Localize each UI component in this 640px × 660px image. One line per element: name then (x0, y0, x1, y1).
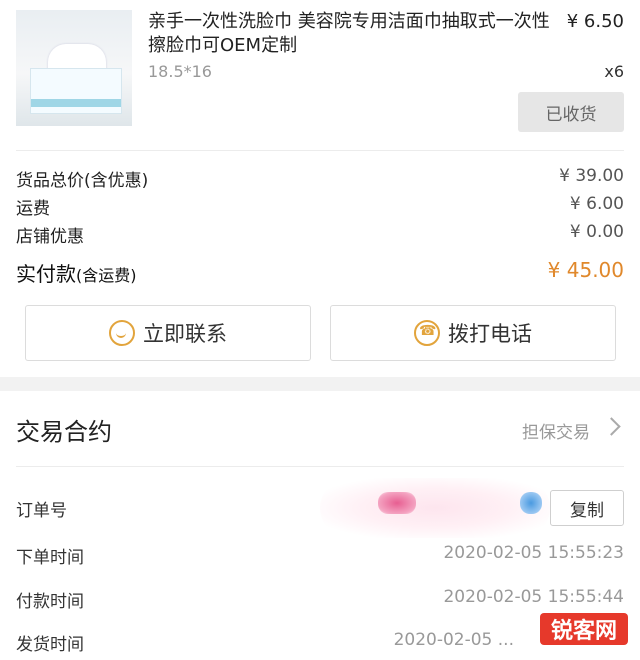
order-product-card[interactable]: 亲手一次性洗脸巾 美容院专用洁面巾抽取式一次性 擦脸巾可OEM定制 ¥ 6.50… (0, 0, 640, 150)
product-unit-price: ¥ 6.50 (562, 10, 624, 34)
shipping-row: 运费 ¥ 6.00 (16, 194, 624, 222)
shipping-time-value: 2020-02-05 ... (393, 630, 514, 650)
store-discount-label: 店铺优惠 (16, 227, 84, 247)
goods-total-label: 货品总价(含优惠) (16, 171, 149, 191)
order-placed-value: 2020-02-05 15:55:23 (443, 543, 624, 563)
product-spec: 18.5*16 (148, 62, 212, 81)
copy-order-number-button[interactable]: 复制 (550, 490, 624, 526)
contact-seller-label: 立即联系 (143, 322, 227, 346)
chevron-right-icon (602, 417, 621, 436)
payment-time-value: 2020-02-05 15:55:44 (443, 587, 624, 607)
paid-amount-value: ¥ 45.00 (547, 258, 624, 282)
divider (16, 466, 624, 467)
phone-icon (414, 320, 440, 346)
order-placed-row: 下单时间 2020-02-05 15:55:23 (16, 543, 624, 573)
section-gap (0, 377, 640, 391)
payment-time-label: 付款时间 (16, 592, 84, 612)
redaction-sticker (378, 492, 416, 514)
product-thumbnail[interactable] (16, 10, 132, 126)
tissue-box-image (30, 68, 122, 114)
paid-label-suffix: (含运费) (76, 266, 137, 285)
shipping-time-row: 发货时间 2020-02-05 ... (16, 630, 624, 660)
site-watermark-logo: 锐客网 (540, 613, 628, 645)
received-status-button[interactable]: 已收货 (518, 92, 624, 132)
trade-contract-title: 交易合约 (16, 418, 112, 446)
paid-amount-label: 实付款(含运费) (16, 258, 137, 287)
store-discount-row: 店铺优惠 ¥ 0.00 (16, 222, 624, 250)
product-quantity: x6 (604, 62, 624, 81)
redacted-order-number (320, 478, 550, 538)
redaction-sticker (520, 492, 542, 514)
call-seller-button[interactable]: 拨打电话 (330, 305, 616, 361)
call-seller-label: 拨打电话 (448, 322, 532, 346)
product-title[interactable]: 亲手一次性洗脸巾 美容院专用洁面巾抽取式一次性 擦脸巾可OEM定制 (148, 10, 628, 58)
trade-contract-type: 担保交易 (522, 423, 590, 443)
product-title-line2: 擦脸巾可OEM定制 (148, 35, 298, 56)
order-number-label: 订单号 (16, 501, 67, 521)
shipping-time-label: 发货时间 (16, 635, 84, 655)
divider (16, 150, 624, 151)
product-title-line1: 亲手一次性洗脸巾 美容院专用洁面巾抽取式一次性 (148, 11, 550, 32)
store-discount-value: ¥ 0.00 (569, 222, 624, 242)
payment-time-row: 付款时间 2020-02-05 15:55:44 (16, 587, 624, 617)
chat-smile-icon (109, 320, 135, 346)
order-placed-label: 下单时间 (16, 548, 84, 568)
goods-total-value: ¥ 39.00 (559, 166, 624, 186)
contact-seller-button[interactable]: 立即联系 (25, 305, 311, 361)
paid-label-text: 实付款 (16, 262, 76, 286)
shipping-label: 运费 (16, 199, 50, 219)
paid-amount-row: 实付款(含运费) ¥ 45.00 (16, 258, 624, 288)
goods-total-row: 货品总价(含优惠) ¥ 39.00 (16, 166, 624, 194)
trade-contract-row[interactable]: 交易合约 担保交易 (16, 398, 624, 462)
shipping-value: ¥ 6.00 (569, 194, 624, 214)
